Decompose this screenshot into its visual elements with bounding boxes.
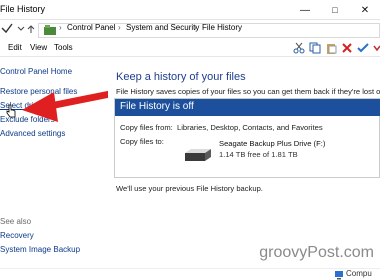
chevron-down-icon[interactable] <box>370 41 380 55</box>
cursor-icon <box>6 104 16 118</box>
chevron-down-icon[interactable] <box>16 24 26 34</box>
breadcrumb-file-history[interactable]: File History <box>202 23 242 32</box>
computer-icon <box>335 271 343 280</box>
see-also-label: See also <box>0 217 32 226</box>
menu-edit[interactable]: Edit <box>8 43 22 52</box>
status-title: File History is off <box>120 101 194 112</box>
drive-icon <box>185 149 211 161</box>
menu-tools[interactable]: Tools <box>54 43 73 52</box>
status-panel: File History is off Copy files from: Lib… <box>114 98 380 178</box>
menu-bar: Edit View Tools <box>0 40 380 56</box>
cut-icon[interactable] <box>292 41 306 55</box>
sidebar-item-control-panel-home[interactable]: Control Panel Home <box>0 67 72 76</box>
sidebar-item-system-image-backup[interactable]: System Image Backup <box>0 245 80 254</box>
title-bar: File History — □ ✕ <box>0 0 380 20</box>
sidebar-item-advanced-settings[interactable]: Advanced settings <box>0 129 65 138</box>
address-bar: › Control Panel › System and Security › … <box>0 20 380 40</box>
sidebar-item-recovery[interactable]: Recovery <box>0 231 34 240</box>
breadcrumb-system-security[interactable]: System and Security <box>126 23 199 32</box>
breadcrumb-control-panel[interactable]: Control Panel <box>67 23 115 32</box>
minimize-button[interactable]: — <box>290 0 320 20</box>
breadcrumb-separator: › <box>59 23 62 32</box>
status-text: Compu <box>346 269 372 278</box>
copy-from-label: Copy files from: <box>120 123 173 132</box>
watermark: groovyPost.com <box>259 244 374 261</box>
drive-space: 1.14 TB free of 1.81 TB <box>219 150 298 159</box>
copy-to-label: Copy files to: <box>120 137 164 146</box>
breadcrumb-separator: › <box>194 23 197 32</box>
folder-icon <box>44 25 56 35</box>
paste-icon[interactable] <box>324 41 338 55</box>
status-header: File History is off <box>115 99 380 116</box>
close-button[interactable]: ✕ <box>350 0 380 20</box>
menu-view[interactable]: View <box>30 43 47 52</box>
copy-icon[interactable] <box>308 41 322 55</box>
delete-icon[interactable] <box>340 41 354 55</box>
footnote: We'll use your previous File History bac… <box>116 184 263 193</box>
status-bar: Compu <box>0 268 380 280</box>
check-icon[interactable] <box>356 41 370 55</box>
copy-from-value: Libraries, Desktop, Contacts, and Favori… <box>177 123 323 132</box>
page-title: Keep a history of your files <box>116 71 246 83</box>
drive-name: Seagate Backup Plus Drive (F:) <box>219 139 326 148</box>
up-arrow-icon[interactable] <box>26 24 36 34</box>
breadcrumb-separator: › <box>118 23 121 32</box>
maximize-button[interactable]: □ <box>320 0 350 20</box>
window-title: File History <box>0 4 46 14</box>
page-description: File History saves copies of your files … <box>116 87 380 96</box>
checkmark-icon[interactable] <box>0 21 14 35</box>
